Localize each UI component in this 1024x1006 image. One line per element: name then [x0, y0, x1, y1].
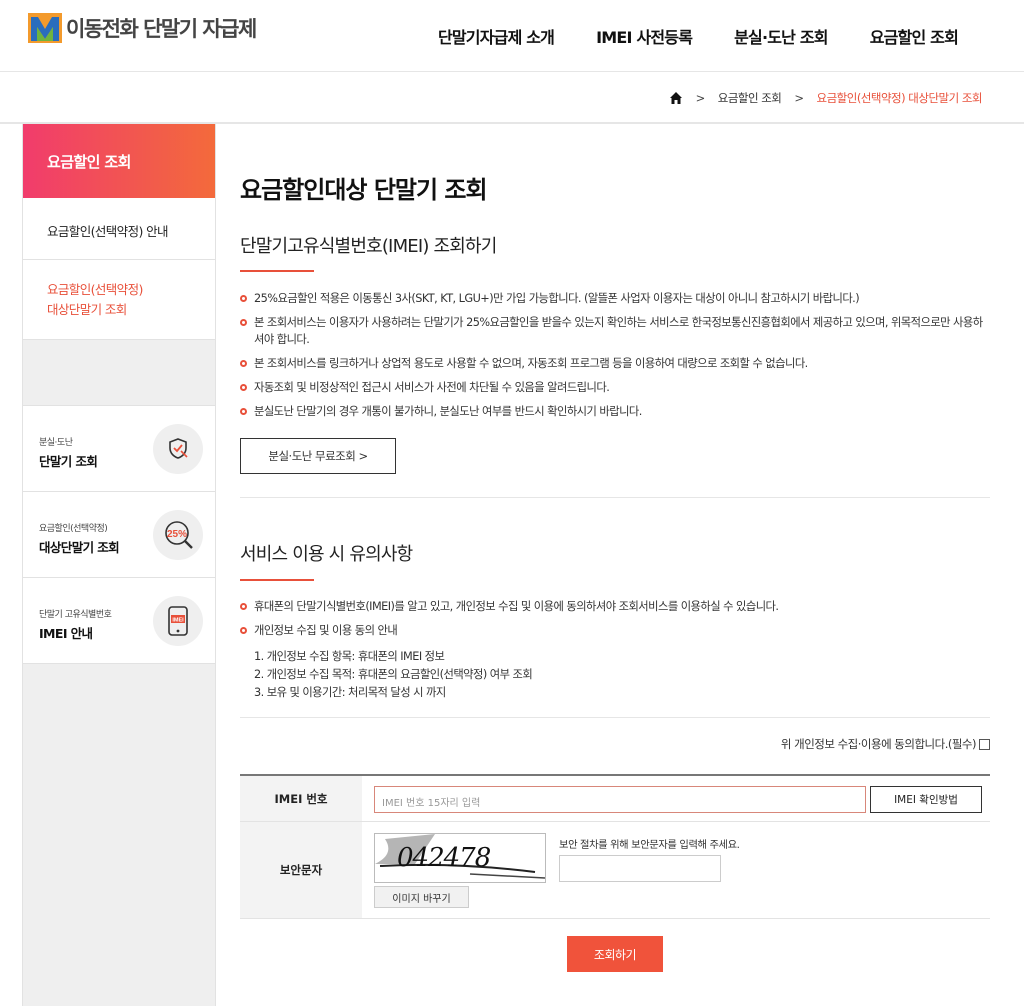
shield-icon: [153, 424, 203, 474]
bullet-icon: [240, 319, 247, 326]
quick-link-title: IMEI 안내: [39, 626, 93, 641]
list-item: 3. 보유 및 이용기간: 처리목적 달성 시 까지: [254, 686, 446, 699]
divider: [240, 717, 990, 718]
bullet-icon: [240, 360, 247, 367]
list-item: 25%요금할인 적용은 이동통신 3사(SKT, KT, LGU+)만 가입 가…: [240, 290, 990, 307]
breadcrumb-separator: >: [794, 91, 804, 105]
privacy-consent-checkbox[interactable]: [979, 738, 990, 750]
bullet-icon: [240, 295, 247, 302]
captcha-refresh-button[interactable]: 이미지 바꾸기: [374, 886, 469, 908]
service-notice-list: 휴대폰의 단말기식별번호(IMEI)를 알고 있고, 개인정보 수집 및 이용에…: [240, 598, 990, 646]
list-item: 1. 개인정보 수집 항목: 휴대폰의 IMEI 정보: [254, 650, 445, 663]
magnifier-25-text: 25%: [167, 529, 187, 540]
privacy-consent-row[interactable]: 위 개인정보 수집·이용에 동의합니다.(필수): [781, 736, 990, 752]
bullet-icon: [240, 627, 247, 634]
bullet-icon: [240, 408, 247, 415]
list-item: 분실도난 단말기의 경우 개통이 불가하니, 분실도난 여부를 반드시 확인하시…: [240, 403, 990, 420]
phone-imei-icon: IMEI: [153, 596, 203, 646]
captcha-hint: 보안 절차를 위해 보안문자를 입력해 주세요.: [559, 839, 740, 851]
imei-lookup-form: IMEI 번호 IMEI 번호 15자리 입력 IMEI 확인방법 보안문자 0…: [240, 774, 990, 919]
breadcrumb-current[interactable]: 요금할인(선택약정) 대상단말기 조회: [817, 90, 983, 106]
quick-link-title: 단말기 조회: [39, 454, 98, 469]
imei-field-label: IMEI 번호: [240, 776, 362, 821]
nav-discount[interactable]: 요금할인 조회: [870, 24, 959, 48]
logo-text: 이동전화 단말기 자급제: [66, 17, 257, 41]
breadcrumb-level1[interactable]: 요금할인 조회: [718, 90, 782, 106]
quick-link-caption: 단말기 고유식별번호: [39, 610, 112, 620]
list-item: 자동조회 및 비정상적인 접근시 서비스가 사전에 차단될 수 있음을 알려드립…: [240, 379, 990, 396]
captcha-text: 042478: [397, 843, 491, 873]
divider: [240, 497, 990, 498]
quick-link-discount-lookup[interactable]: 요금할인(선택약정) 대상단말기 조회 25%: [23, 491, 215, 578]
magnifier-25-icon: 25%: [153, 510, 203, 560]
quick-link-lost-stolen[interactable]: 분실·도난 단말기 조회: [23, 405, 215, 492]
sidebar-item-label: 요금할인(선택약정): [47, 282, 143, 297]
sidebar: 요금할인 조회 요금할인(선택약정) 안내 요금할인(선택약정) 대상단말기 조…: [22, 124, 216, 1006]
captcha-field-label: 보안문자: [240, 822, 362, 918]
captcha-image: 042478: [374, 833, 546, 883]
list-item: 2. 개인정보 수집 목적: 휴대폰의 요금할인(선택약정) 여부 조회: [254, 668, 533, 681]
breadcrumb-bar: > 요금할인 조회 > 요금할인(선택약정) 대상단말기 조회: [0, 72, 1024, 124]
form-row-captcha: 보안문자 042478 이미지 바꾸기 보안 절차를 위해 보안문자를 입력해 …: [240, 822, 990, 919]
quick-link-imei-guide[interactable]: 단말기 고유식별번호 IMEI 안내 IMEI: [23, 577, 215, 664]
lost-stolen-check-button[interactable]: 분실·도난 무료조회 >: [240, 438, 396, 474]
site-header: 이동전화 단말기 자급제 단말기자급제 소개 IMEI 사전등록 분실·도난 조…: [0, 0, 1024, 72]
imei-notice-list: 25%요금할인 적용은 이동통신 3사(SKT, KT, LGU+)만 가입 가…: [240, 290, 990, 427]
imei-input[interactable]: IMEI 번호 15자리 입력: [374, 786, 866, 813]
sidebar-item-label: 대상단말기 조회: [47, 302, 127, 317]
list-item: 개인정보 수집 및 이용 동의 안내: [240, 622, 990, 639]
sidebar-item-discount-guide[interactable]: 요금할인(선택약정) 안내: [23, 198, 215, 260]
site-logo[interactable]: 이동전화 단말기 자급제: [28, 11, 257, 45]
submit-button[interactable]: 조회하기: [567, 936, 663, 972]
captcha-input[interactable]: [559, 855, 721, 882]
breadcrumb-separator: >: [695, 91, 706, 105]
list-item: 휴대폰의 단말기식별번호(IMEI)를 알고 있고, 개인정보 수집 및 이용에…: [240, 598, 990, 615]
logo-m-icon: [28, 11, 62, 45]
main-nav: 단말기자급제 소개 IMEI 사전등록 분실·도난 조회 요금할인 조회: [438, 0, 1024, 72]
quick-link-caption: 요금할인(선택약정): [39, 524, 108, 534]
imei-field-cell: IMEI 번호 15자리 입력 IMEI 확인방법: [362, 776, 990, 821]
breadcrumb: > 요금할인 조회 > 요금할인(선택약정) 대상단말기 조회: [669, 90, 983, 106]
privacy-consent-details: 1. 개인정보 수집 항목: 휴대폰의 IMEI 정보 2. 개인정보 수집 목…: [254, 648, 533, 702]
form-row-imei: IMEI 번호 IMEI 번호 15자리 입력 IMEI 확인방법: [240, 776, 990, 822]
page-title: 요금할인대상 단말기 조회: [240, 176, 488, 204]
phone-imei-text: IMEI: [172, 618, 184, 624]
section-underline: [240, 270, 314, 272]
quick-link-caption: 분실·도난: [39, 438, 73, 448]
sidebar-item-discount-lookup[interactable]: 요금할인(선택약정) 대상단말기 조회: [23, 260, 215, 340]
list-item: 본 조회서비스는 이용자가 사용하려는 단말기가 25%요금할인을 받을수 있는…: [240, 314, 990, 348]
nav-intro[interactable]: 단말기자급제 소개: [438, 24, 555, 48]
list-item: 본 조회서비스를 링크하거나 상업적 용도로 사용할 수 없으며, 자동조회 프…: [240, 355, 990, 372]
nav-imei-register[interactable]: IMEI 사전등록: [596, 24, 693, 48]
sidebar-title: 요금할인 조회: [23, 124, 215, 198]
bullet-icon: [240, 384, 247, 391]
bullet-icon: [240, 603, 247, 610]
privacy-consent-label: 위 개인정보 수집·이용에 동의합니다.(필수): [780, 737, 977, 751]
nav-lost-stolen[interactable]: 분실·도난 조회: [734, 24, 828, 48]
captcha-field-cell: 042478 이미지 바꾸기 보안 절차를 위해 보안문자를 입력해 주세요.: [362, 822, 990, 918]
imei-help-button[interactable]: IMEI 확인방법: [870, 786, 982, 813]
section-underline: [240, 579, 314, 581]
quick-link-title: 대상단말기 조회: [39, 540, 120, 555]
home-icon[interactable]: [669, 91, 683, 105]
section-title-imei-lookup: 단말기고유식별번호(IMEI) 조회하기: [240, 236, 497, 257]
section-title-service-notice: 서비스 이용 시 유의사항: [240, 544, 413, 565]
